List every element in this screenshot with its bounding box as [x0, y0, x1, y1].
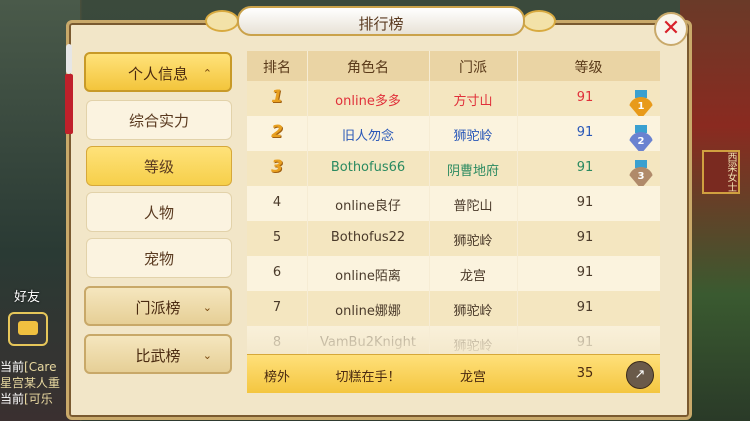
sect-cell: 狮驼岭 — [453, 129, 493, 144]
share-icon[interactable]: ↗ — [626, 361, 654, 389]
title-bar: 排行榜 — [237, 6, 525, 36]
column-divider — [517, 51, 518, 354]
table-header: 排名 角色名 门派 等级 — [247, 51, 660, 81]
column-divider — [429, 51, 430, 354]
category-sect[interactable]: 门派榜 ⌄ — [84, 286, 232, 326]
medal-number: 1 — [637, 101, 645, 112]
header-name: 角色名 — [347, 60, 389, 76]
table-row[interactable]: 5 Bothofus22 狮驼岭 91 — [247, 221, 660, 256]
table-row[interactable]: 6 online陌离 龙宫 91 — [247, 256, 660, 291]
tassel-ornament — [62, 44, 76, 134]
category-duel[interactable]: 比武榜 ⌄ — [84, 334, 232, 374]
name-cell: Bothofus22 — [330, 230, 406, 245]
rank-cell: 1 — [271, 87, 283, 107]
category-personal-info[interactable]: 个人信息 ⌃ — [84, 52, 232, 92]
level-cell: 91 — [576, 195, 594, 210]
category-label: 比武榜 — [135, 347, 181, 365]
table-row[interactable]: 3 Bothofus66 阴曹地府 91 3 — [247, 151, 660, 189]
scroll-fade — [247, 318, 660, 356]
my-rank: 榜外 — [263, 370, 290, 385]
header-level: 等级 — [574, 60, 603, 76]
sect-cell: 阴曹地府 — [446, 164, 499, 179]
medal-number: 3 — [637, 171, 645, 182]
shop-sign: 西梁女士 — [702, 150, 740, 194]
sect-cell: 狮驼岭 — [453, 304, 493, 319]
friend-button[interactable]: 好友 — [14, 286, 40, 305]
sidebar-item-level[interactable]: 等级 — [86, 146, 232, 186]
my-name: 切糕在手！ — [335, 370, 401, 385]
chevron-up-icon: ⌃ — [202, 67, 212, 80]
my-ranking-row: 榜外 切糕在手！ 龙宫 35 — [247, 354, 660, 393]
chevron-down-icon: ⌄ — [202, 349, 212, 362]
rank-cell: 7 — [272, 300, 282, 315]
rank-cell: 2 — [271, 122, 283, 142]
level-cell: 91 — [576, 230, 594, 245]
category-label: 门派榜 — [135, 299, 181, 317]
chat-icon[interactable] — [8, 312, 48, 346]
sect-cell: 狮驼岭 — [453, 234, 493, 249]
level-cell: 91 — [576, 300, 594, 315]
medal-number: 2 — [637, 136, 645, 147]
header-rank: 排名 — [263, 60, 291, 76]
close-button[interactable]: ✕ — [654, 12, 688, 46]
category-label: 个人信息 — [127, 65, 188, 83]
sidebar-item-character[interactable]: 人物 — [86, 192, 232, 232]
table-row[interactable]: 1 online多多 方寸山 91 1 — [247, 81, 660, 119]
medal-ribbon — [635, 160, 647, 168]
title-ornament-right — [522, 10, 556, 32]
name-cell: 旧人勿念 — [341, 129, 394, 144]
rank-cell: 5 — [272, 230, 282, 245]
name-cell: online陌离 — [335, 269, 401, 284]
sidebar-item-pet[interactable]: 宠物 — [86, 238, 232, 278]
panel-title: 排行榜 — [358, 15, 404, 33]
column-divider — [307, 51, 308, 354]
medal-ribbon — [635, 125, 647, 133]
sect-cell: 普陀山 — [453, 199, 493, 214]
rank-cell: 3 — [271, 157, 283, 177]
title-ornament-left — [205, 10, 239, 32]
name-cell: online多多 — [335, 94, 401, 109]
header-sect: 门派 — [459, 60, 487, 76]
my-sect: 龙宫 — [459, 370, 486, 385]
level-cell: 91 — [576, 265, 594, 280]
chat-line: 星宫某人重 — [0, 376, 61, 390]
name-cell: online良仔 — [335, 199, 401, 214]
sidebar-item-overall-strength[interactable]: 综合实力 — [86, 100, 232, 140]
chat-line: 当前[Care — [0, 360, 57, 374]
table-row[interactable]: 4 online良仔 普陀山 91 — [247, 186, 660, 221]
chevron-down-icon: ⌄ — [202, 301, 212, 314]
rank-cell: 4 — [272, 195, 282, 210]
table-row[interactable]: 2 旧人勿念 狮驼岭 91 2 — [247, 116, 660, 154]
chat-line: 当前[可乐 — [0, 392, 53, 406]
sect-cell: 方寸山 — [453, 94, 493, 109]
rank-cell: 6 — [272, 265, 282, 280]
close-icon: ✕ — [661, 16, 681, 41]
sect-cell: 龙宫 — [459, 269, 486, 284]
name-cell: online娜娜 — [335, 304, 401, 319]
medal-ribbon — [635, 90, 647, 98]
name-cell: Bothofus66 — [330, 160, 406, 175]
